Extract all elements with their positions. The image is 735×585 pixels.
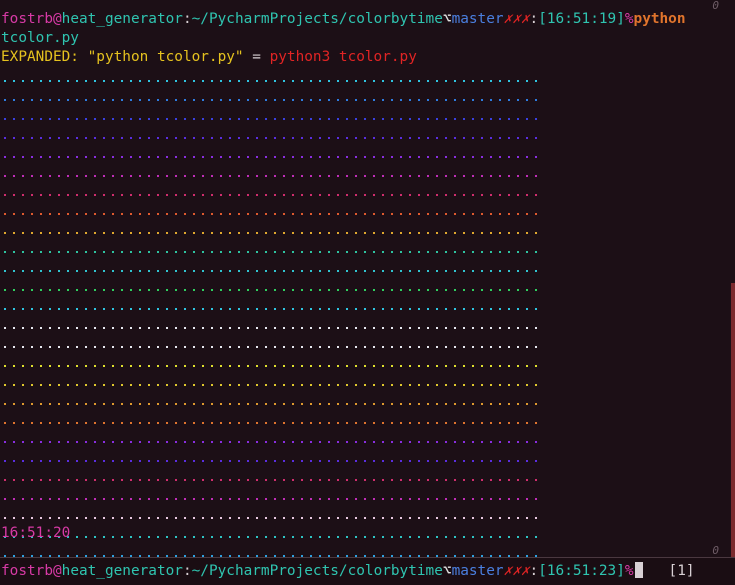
typed-command-arg: tcolor.py [1, 30, 79, 46]
prompt-sep: : [529, 11, 539, 27]
dot-row [1, 224, 541, 243]
job-indicator: [1] [668, 563, 695, 579]
dot-row [1, 243, 541, 262]
dot-row [1, 376, 541, 395]
dot-row [1, 186, 541, 205]
dot-row [1, 262, 541, 281]
dot-row [1, 490, 541, 509]
dot-row [1, 129, 541, 148]
dot-row [1, 319, 541, 338]
dot-row [1, 281, 541, 300]
bottom-prompt-line: fostrb@heat_generator:~/PycharmProjects/… [1, 562, 695, 581]
expanded-original: "python tcolor.py" [87, 49, 244, 65]
prompt-host: heat_generator [61, 11, 183, 27]
bottom-prompt-user: fostrb [1, 563, 53, 579]
bottom-prompt-colon: : [182, 563, 192, 579]
bottom-prompt-percent: % [624, 563, 634, 579]
expanded-label: EXPANDED: [1, 49, 88, 65]
prompt-time: [16:51:19] [538, 11, 625, 27]
scrollbar-track[interactable] [731, 0, 735, 557]
expanded-new: python3 tcolor.py [269, 49, 417, 65]
bottom-prompt-host: heat_generator [61, 563, 183, 579]
dot-row [1, 528, 541, 547]
prompt-path: ~/PycharmProjects/colorbytime [191, 11, 443, 27]
dot-row [1, 357, 541, 376]
terminal-window[interactable]: 0 fostrb@heat_generator:~/PycharmProject… [0, 0, 735, 585]
dot-row [1, 452, 541, 471]
dot-row [1, 148, 541, 167]
bottom-prompt-time: [16:51:23] [538, 563, 625, 579]
prompt-dirty-marks: ✗✗✗ [503, 11, 530, 27]
dot-row [1, 91, 541, 110]
bottom-prompt-branch: master [451, 563, 504, 579]
bottom-prompt-at: @ [52, 563, 62, 579]
branch-icon: ⌥ [442, 11, 452, 27]
dot-row [1, 300, 541, 319]
prompt-user: fostrb [1, 11, 53, 27]
dot-row [1, 338, 541, 357]
expanded-equals: = [243, 49, 270, 65]
typed-command: python [633, 11, 686, 27]
bottom-branch-icon: ⌥ [442, 563, 452, 579]
dot-row [1, 205, 541, 224]
bottom-pane[interactable]: fostrb@heat_generator:~/PycharmProjects/… [0, 558, 735, 585]
scrollbar-thumb[interactable] [731, 283, 735, 557]
dot-row [1, 509, 541, 528]
bottom-prompt-dirty-marks: ✗✗✗ [503, 563, 530, 579]
bottom-prompt-sep: : [529, 563, 539, 579]
prompt-colon: : [182, 11, 192, 27]
dot-row [1, 433, 541, 452]
prompt-branch: master [451, 11, 504, 27]
text-cursor[interactable] [634, 562, 643, 578]
expanded-line: EXPANDED: "python tcolor.py" = python3 t… [1, 48, 417, 67]
dot-row [1, 471, 541, 490]
output-clock: 16:51:20 [1, 525, 71, 541]
prompt-percent: % [624, 11, 634, 27]
dot-row [1, 110, 541, 129]
dot-row [1, 72, 541, 91]
scroll-marker-top: 0 [712, 0, 719, 12]
dot-row [1, 414, 541, 433]
dot-row [1, 395, 541, 414]
bottom-prompt-path: ~/PycharmProjects/colorbytime [191, 563, 443, 579]
dot-row [1, 167, 541, 186]
prompt-at: @ [52, 11, 62, 27]
prompt-line: fostrb@heat_generator:~/PycharmProjects/… [1, 10, 686, 29]
